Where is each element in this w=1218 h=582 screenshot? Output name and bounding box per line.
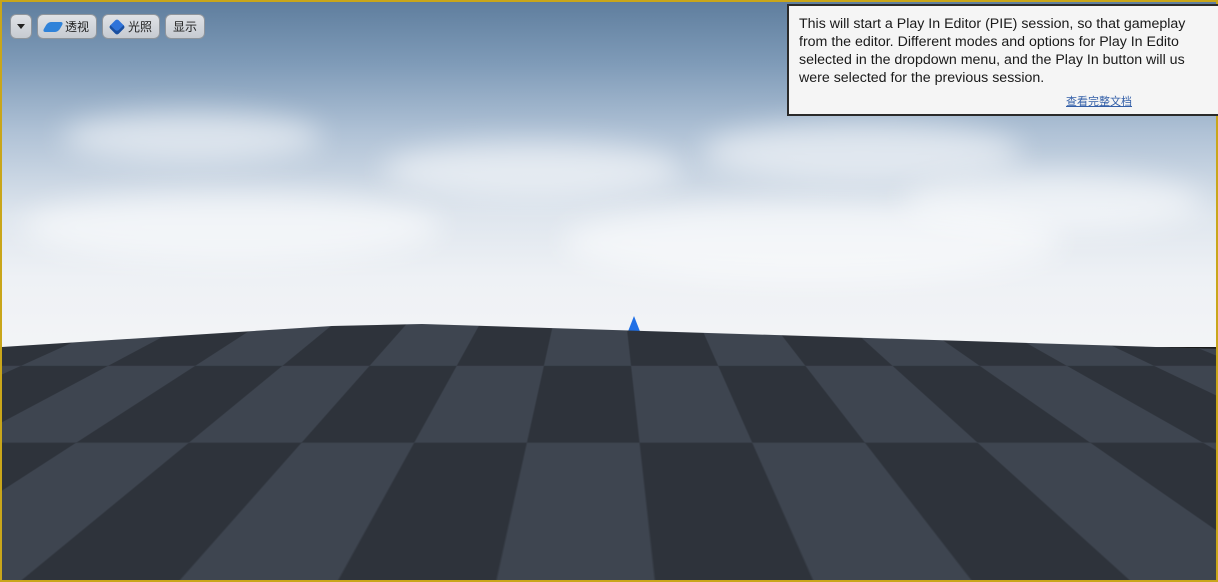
show-button[interactable]: 显示 (165, 14, 206, 39)
lit-button[interactable]: 光照 (102, 14, 161, 39)
chevron-down-icon (17, 24, 25, 29)
show-label: 显示 (173, 20, 198, 34)
checker-floor (2, 324, 1216, 580)
perspective-cube-icon (42, 21, 64, 32)
gizmo-y-arrow-icon[interactable] (706, 405, 726, 421)
sphere-shadow (674, 456, 809, 496)
perspective-button[interactable]: 透视 (37, 14, 98, 39)
axis-y-label: Y (60, 545, 68, 556)
viewport-options-button[interactable] (10, 14, 32, 39)
gizmo-z-axis[interactable] (632, 332, 636, 414)
full-documentation-link[interactable]: 查看完整文档 (1066, 93, 1132, 109)
axis-z-label: Z (38, 521, 46, 532)
help-icon[interactable]: ? (19, 555, 32, 568)
gizmo-z-arrow-icon[interactable] (627, 316, 641, 334)
gizmo-y-axis[interactable] (638, 411, 708, 415)
viewport-toolbar: 透视 光照 显示 (10, 14, 206, 39)
perspective-label: 透视 (65, 20, 90, 34)
lit-label: 光照 (128, 20, 153, 34)
lit-sphere-icon (108, 18, 126, 35)
play-in-editor-tooltip: This will start a Play In Editor (PIE) s… (787, 4, 1218, 116)
gizmo-pivot-icon[interactable] (628, 405, 642, 419)
tooltip-text: This will start a Play In Editor (PIE) s… (799, 16, 1186, 86)
